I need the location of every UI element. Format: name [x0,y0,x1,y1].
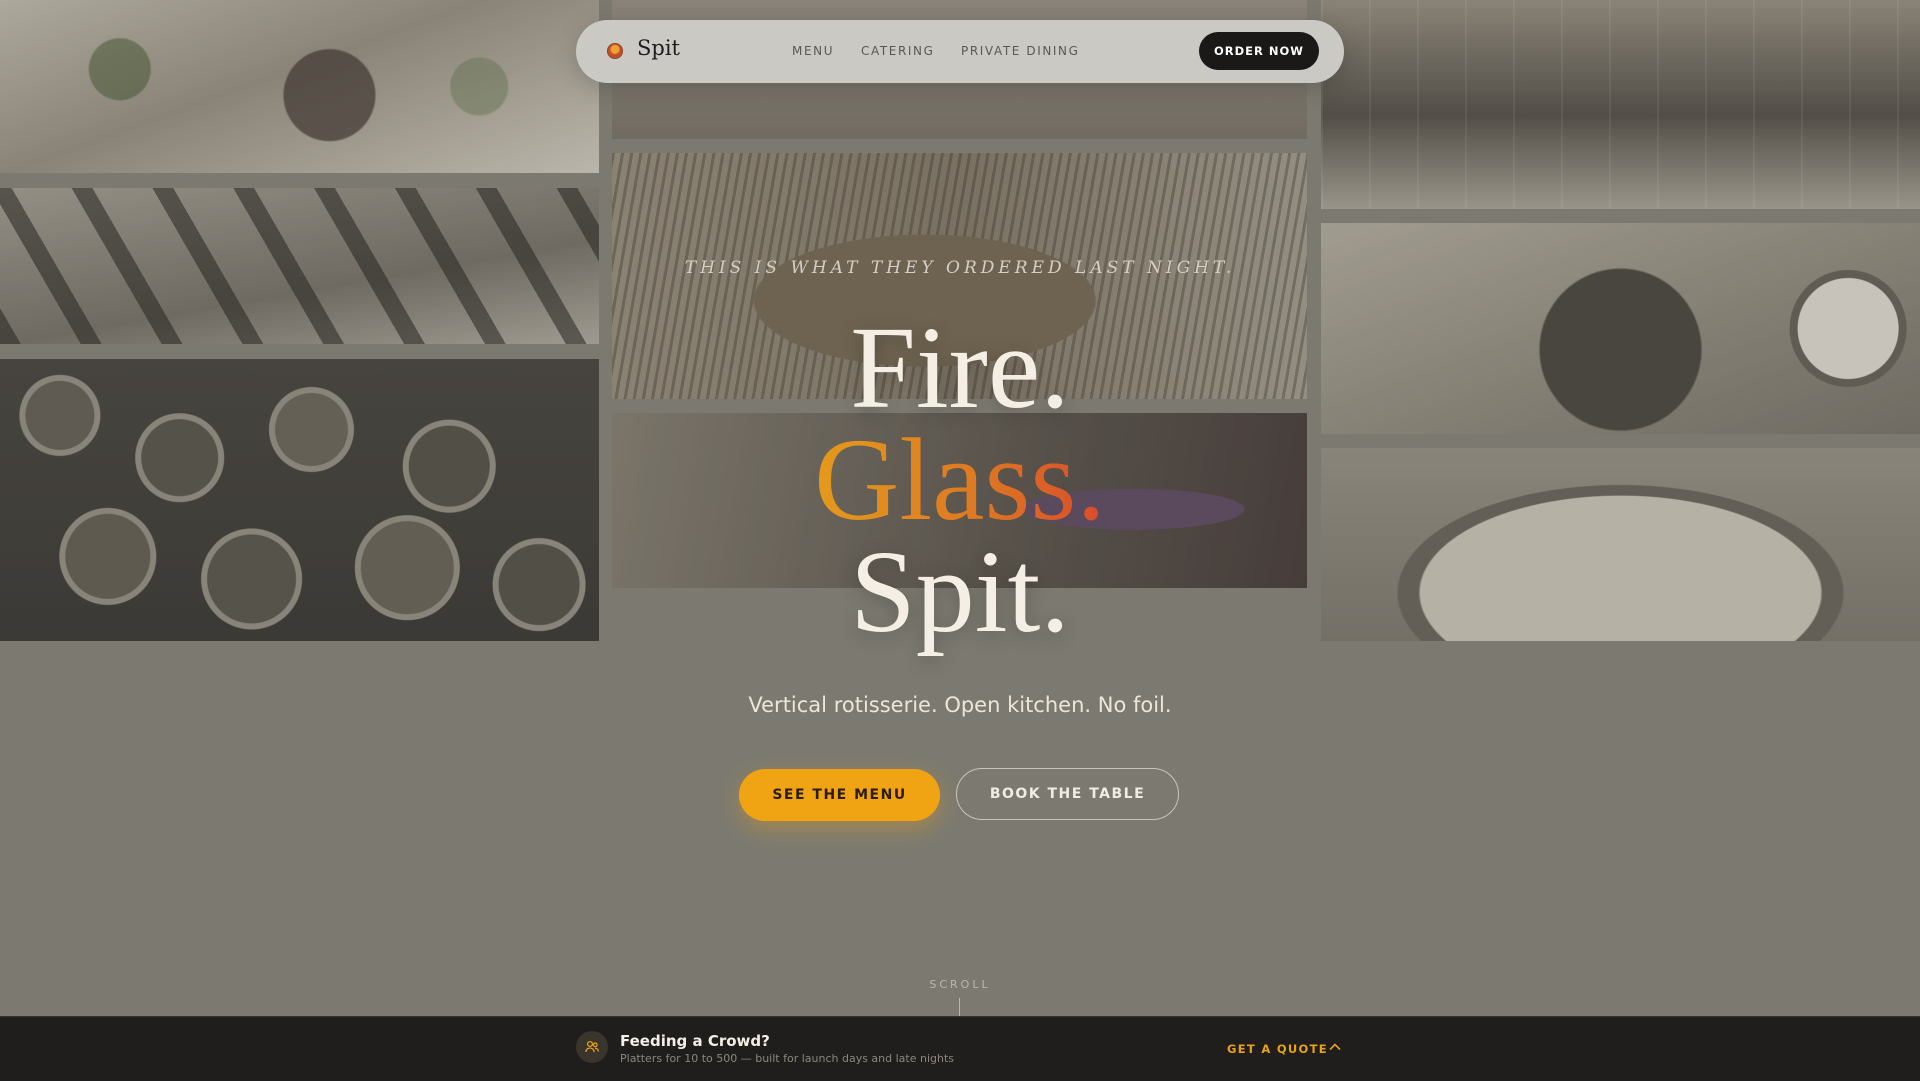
nav-link-menu[interactable]: MENU [792,44,834,58]
catering-subtitle: Platters for 10 to 500 — built for launc… [620,1052,955,1065]
headline-line-2: Glass. [0,421,1920,539]
photo-shawarma-wrap [0,0,599,173]
logo-icon[interactable] [607,43,623,59]
chevron-up-icon[interactable] [1327,1039,1343,1055]
get-a-quote-link[interactable]: GET A QUOTE [1227,1042,1328,1056]
catering-title: Feeding a Crowd? [620,1032,770,1050]
scroll-indicator-label: SCROLL [929,978,991,991]
hero-eyebrow: THIS IS WHAT THEY ORDERED LAST NIGHT. [684,258,1236,278]
headline-line-1: Fire. [850,302,1070,433]
order-now-button[interactable]: ORDER NOW [1199,32,1319,70]
catering-bar: Feeding a Crowd? Platters for 10 to 500 … [0,1016,1920,1081]
headline-line-3: Spit. [850,526,1070,657]
nav-link-private-dining[interactable]: PRIVATE DINING [961,44,1080,58]
see-the-menu-button[interactable]: SEE THE MENU [739,769,940,821]
nav-link-catering[interactable]: CATERING [861,44,935,58]
book-the-table-button[interactable]: BOOK THE TABLE [956,768,1179,820]
scroll-indicator-line [959,998,960,1016]
brand-name[interactable]: Spit [637,36,680,60]
photo-dining-room [1321,0,1920,209]
top-nav: Spit MENU CATERING PRIVATE DINING ORDER … [576,20,1344,83]
crowd-icon [576,1031,608,1063]
hero-tagline: Vertical rotisserie. Open kitchen. No fo… [748,693,1172,717]
